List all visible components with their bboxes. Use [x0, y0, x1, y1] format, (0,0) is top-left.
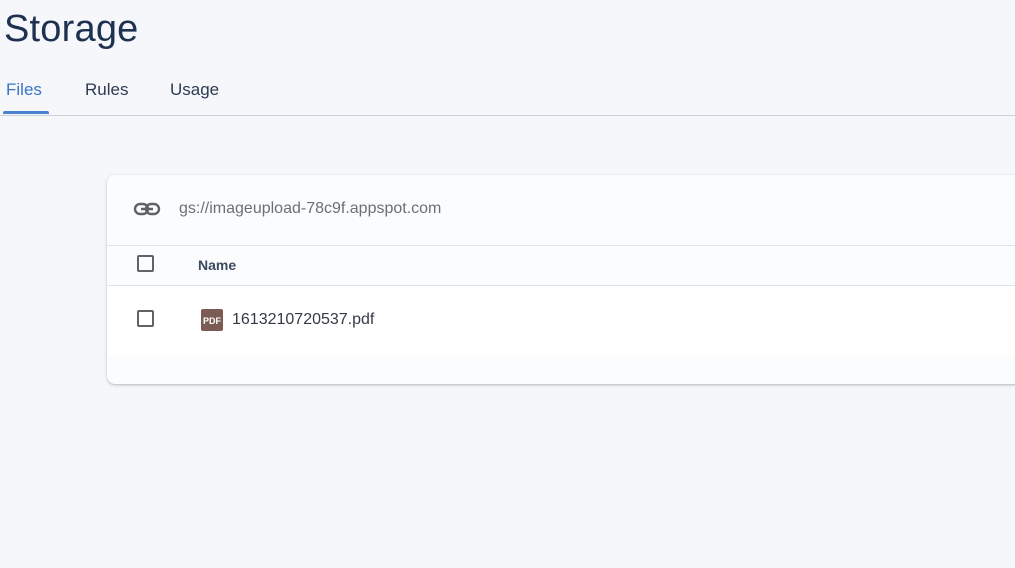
table-row[interactable]: PDF 1613210720537.pdf: [107, 286, 1015, 356]
select-all-checkbox[interactable]: [137, 255, 154, 272]
row-checkbox[interactable]: [137, 310, 154, 327]
bucket-bar: gs://imageupload-78c9f.appspot.com: [107, 175, 1015, 246]
table-header: Name: [107, 245, 1015, 286]
active-tab-indicator: [3, 111, 49, 114]
page-title: Storage: [4, 8, 139, 50]
pdf-icon: PDF: [201, 309, 223, 331]
tab-files[interactable]: Files: [6, 80, 42, 100]
tab-rules[interactable]: Rules: [85, 80, 128, 100]
column-header-name[interactable]: Name: [198, 257, 236, 273]
tab-bar: Files Rules Usage: [0, 66, 1015, 116]
file-browser-card: gs://imageupload-78c9f.appspot.com Name …: [107, 175, 1015, 384]
tab-usage[interactable]: Usage: [170, 80, 219, 100]
bucket-path[interactable]: gs://imageupload-78c9f.appspot.com: [179, 200, 441, 218]
pdf-icon-text: PDF: [203, 316, 222, 326]
file-name-link[interactable]: 1613210720537.pdf: [232, 311, 374, 329]
link-icon[interactable]: [133, 198, 161, 220]
